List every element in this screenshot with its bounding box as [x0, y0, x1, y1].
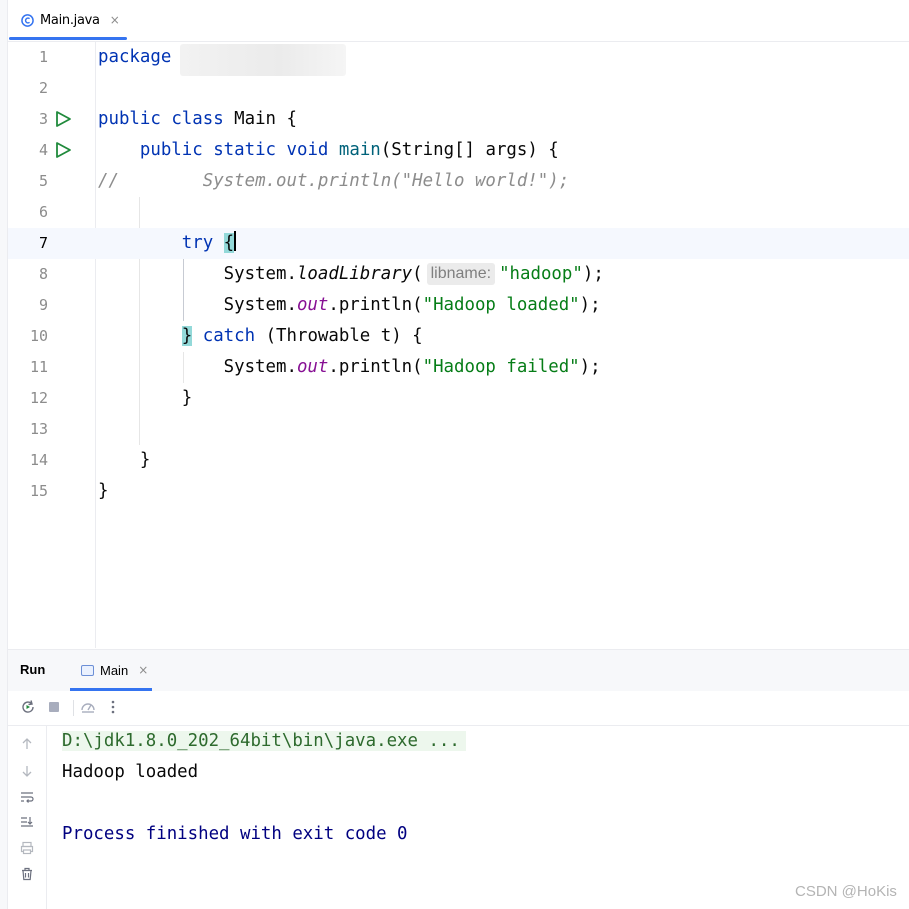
tab-label: Main.java [40, 12, 100, 28]
code-line-14: 14 } [8, 445, 909, 476]
soft-wrap-icon[interactable] [20, 790, 34, 804]
code-text: try { [181, 231, 237, 253]
rerun-icon[interactable] [20, 699, 36, 715]
line-number: 13 [29, 420, 48, 438]
line-number: 1 [38, 48, 48, 66]
run-panel-title: Run [20, 662, 46, 677]
code-text: } [98, 481, 109, 501]
console-output-line: Hadoop loaded [62, 762, 199, 782]
code-line-10: 10 } catch (Throwable t) { [8, 321, 909, 352]
tab-main-java[interactable]: Main.java × [9, 0, 127, 40]
code-line-9: 9 System.out.println("Hadoop loaded"); [8, 290, 909, 321]
code-editor[interactable]: 1 package 2 3 public class Main { 4 publ… [8, 42, 909, 648]
line-number: 8 [38, 265, 48, 283]
code-text: System.out.println("Hadoop failed"); [223, 357, 601, 377]
console-side-toolbar [8, 726, 47, 909]
console-exit-line: Process finished with exit code 0 [62, 824, 408, 844]
watermark: CSDN @HoKis [795, 883, 897, 900]
more-options-icon[interactable] [105, 699, 121, 715]
console-output[interactable]: D:\jdk1.8.0_202_64bit\bin\java.exe ... H… [46, 726, 909, 909]
stop-icon[interactable] [46, 699, 62, 715]
line-number: 15 [29, 482, 48, 500]
line-number: 14 [29, 451, 48, 469]
code-text: public class Main { [98, 109, 297, 129]
arrow-up-icon[interactable] [20, 737, 34, 751]
code-line-3: 3 public class Main { [8, 104, 909, 135]
code-line-15: 15 } [8, 476, 909, 507]
code-line-2: 2 [8, 73, 909, 104]
code-text: } catch (Throwable t) { [181, 326, 423, 346]
code-line-4: 4 public static void main(String[] args)… [8, 135, 909, 166]
code-text: } [139, 450, 151, 470]
trash-icon[interactable] [20, 867, 34, 881]
run-tab-label: Main [100, 662, 129, 678]
code-line-11: 11 System.out.println("Hadoop failed"); [8, 352, 909, 383]
code-text: public static void main(String[] args) { [139, 140, 559, 160]
run-toolbar [8, 691, 909, 726]
code-text: package [98, 47, 172, 67]
close-icon[interactable]: × [138, 663, 148, 677]
toolbar-separator [73, 700, 74, 716]
code-line-8: 8 System.loadLibrary(libname: "hadoop"); [8, 259, 909, 290]
code-text: System.loadLibrary(libname: "hadoop"); [223, 263, 604, 285]
arrow-down-icon[interactable] [20, 764, 34, 778]
active-tab-indicator [9, 37, 127, 40]
code-line-12: 12 } [8, 383, 909, 414]
parameter-hint: libname: [426, 263, 496, 285]
line-number: 12 [29, 389, 48, 407]
line-number: 7 [38, 234, 48, 252]
code-line-13: 13 [8, 414, 909, 445]
run-class-icon[interactable] [54, 110, 72, 128]
editor-tab-bar: Main.java × [0, 0, 909, 42]
line-number: 2 [38, 79, 48, 97]
code-line-7: 7 try { [8, 228, 909, 259]
run-tab-main[interactable]: Main × [70, 650, 152, 690]
line-number: 4 [38, 141, 48, 159]
close-icon[interactable]: × [110, 13, 120, 27]
blurred-package-name [180, 44, 346, 76]
line-number: 9 [38, 296, 48, 314]
code-text: } [181, 388, 193, 408]
line-number: 6 [38, 203, 48, 221]
line-number: 5 [38, 172, 48, 190]
line-number: 10 [29, 327, 48, 345]
console-command-line: D:\jdk1.8.0_202_64bit\bin\java.exe ... [62, 726, 466, 757]
line-number: 11 [29, 358, 48, 376]
print-icon[interactable] [20, 841, 34, 855]
line-number: 3 [38, 110, 48, 128]
java-class-icon [21, 13, 34, 27]
text-caret [234, 231, 237, 251]
code-line-5: 5 // System.out.println("Hello world!"); [8, 166, 909, 197]
code-line-6: 6 [8, 197, 909, 228]
profiler-icon[interactable] [80, 699, 96, 715]
run-tool-window-header: Run Main × [8, 649, 909, 692]
scroll-to-end-icon[interactable] [20, 815, 34, 829]
code-text: // System.out.println("Hello world!"); [98, 171, 570, 191]
run-method-icon[interactable] [54, 141, 72, 159]
code-text: System.out.println("Hadoop loaded"); [223, 295, 601, 315]
run-config-icon [81, 664, 94, 676]
code-line-1: 1 package [8, 42, 909, 76]
left-tool-strip [0, 0, 8, 909]
